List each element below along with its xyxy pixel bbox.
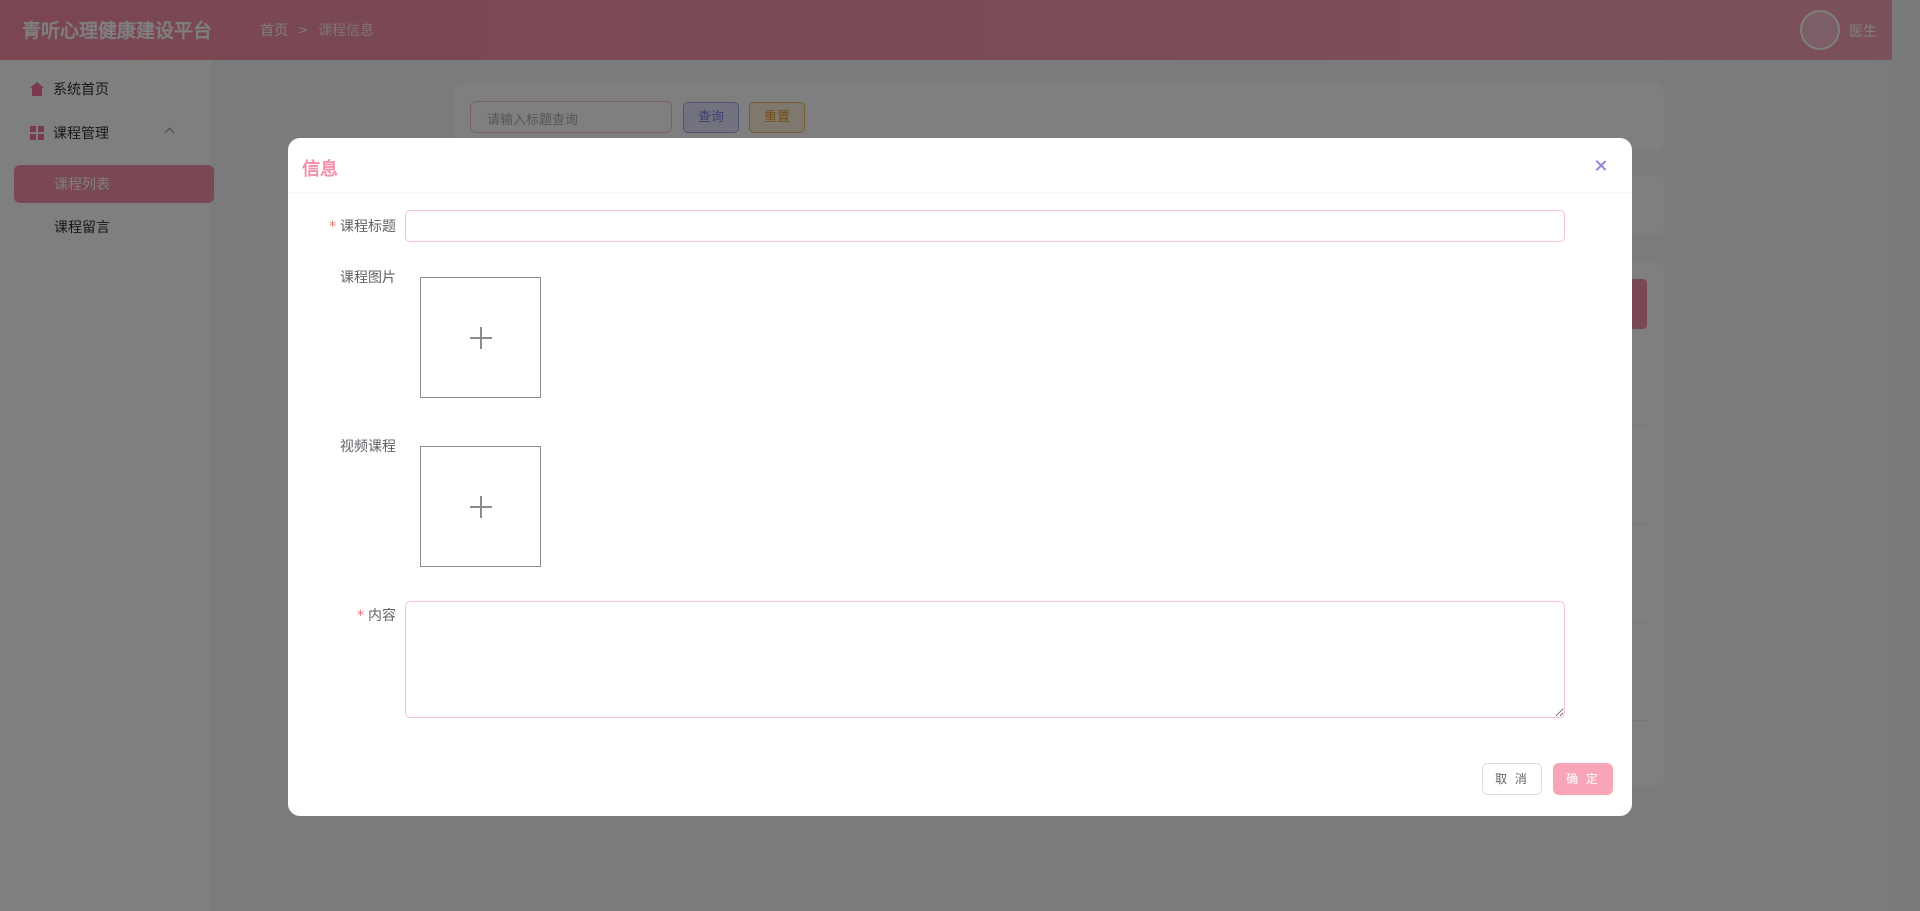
course-title-input[interactable] <box>405 210 1565 242</box>
video-course-label: 视频课程 <box>340 439 396 455</box>
plus-icon <box>470 327 492 349</box>
video-course-upload[interactable] <box>420 446 541 567</box>
required-mark: * <box>357 608 364 624</box>
content-label-text: 内容 <box>368 608 396 624</box>
info-dialog: 信息 * 课程标题 课程图片 视频课程 * 内容 取 消 确 定 <box>288 138 1632 816</box>
close-icon[interactable] <box>1593 158 1609 174</box>
course-image-upload[interactable] <box>420 277 541 398</box>
dialog-title: 信息 <box>302 159 338 180</box>
course-title-label-text: 课程标题 <box>340 219 396 235</box>
cancel-button[interactable]: 取 消 <box>1482 763 1542 795</box>
confirm-button[interactable]: 确 定 <box>1553 763 1613 795</box>
plus-icon <box>470 496 492 518</box>
dialog-divider <box>288 192 1632 193</box>
content-label: * 内容 <box>288 605 396 625</box>
course-title-label: * 课程标题 <box>288 216 396 236</box>
course-image-label: 课程图片 <box>340 270 396 286</box>
content-textarea[interactable] <box>405 601 1565 718</box>
required-mark: * <box>329 219 336 235</box>
